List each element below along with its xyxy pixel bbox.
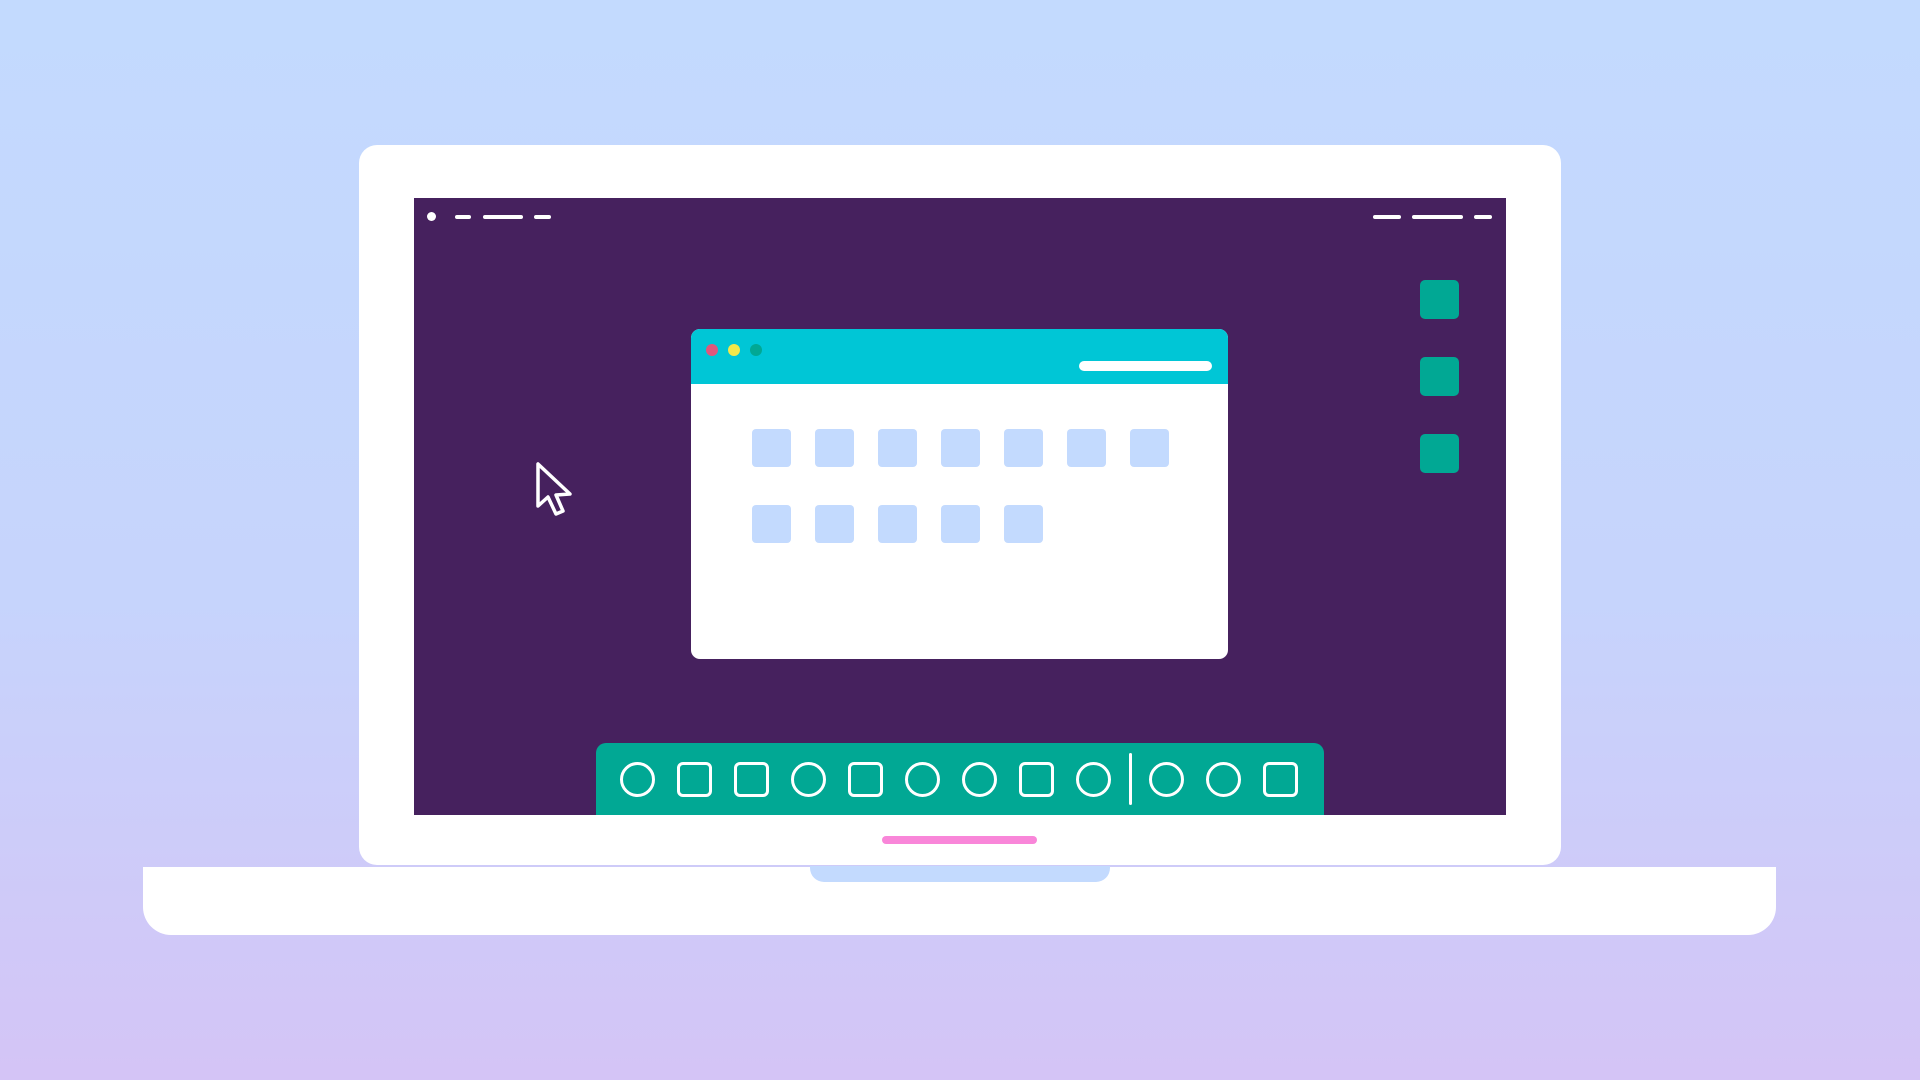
dock-circle-icon[interactable] [1076, 762, 1111, 797]
grid-tile[interactable] [941, 505, 980, 543]
dock-square-icon[interactable] [677, 762, 712, 797]
grid-tile[interactable] [1004, 505, 1043, 543]
menu-dash-icon[interactable] [455, 215, 471, 219]
dock-circle-icon[interactable] [1206, 762, 1241, 797]
status-dash-icon[interactable] [1474, 215, 1492, 219]
grid-tile[interactable] [752, 505, 791, 543]
menu-line-icon[interactable] [483, 215, 523, 219]
laptop-notch [810, 866, 1110, 882]
dock-circle-icon[interactable] [905, 762, 940, 797]
taskbar [596, 743, 1324, 815]
grid-tile[interactable] [815, 429, 854, 467]
dock-circle-icon[interactable] [620, 762, 655, 797]
address-bar[interactable] [1079, 361, 1212, 371]
grid-tile[interactable] [1004, 429, 1043, 467]
app-window[interactable] [691, 329, 1228, 659]
menu-dash-icon[interactable] [534, 215, 551, 219]
grid-tile[interactable] [1067, 429, 1106, 467]
maximize-button[interactable] [750, 344, 762, 356]
desktop-screen [414, 198, 1506, 815]
grid-tile[interactable] [1130, 429, 1169, 467]
dock-square-icon[interactable] [1019, 762, 1054, 797]
grid-tile[interactable] [752, 429, 791, 467]
status-dash-icon[interactable] [1373, 215, 1401, 219]
dock-circle-icon[interactable] [1149, 762, 1184, 797]
window-titlebar[interactable] [691, 329, 1228, 384]
desktop-app-icon[interactable] [1420, 280, 1459, 319]
arrow-cursor-icon [536, 462, 572, 516]
dock-square-icon[interactable] [1263, 762, 1298, 797]
desktop-app-icon[interactable] [1420, 357, 1459, 396]
grid-tile[interactable] [878, 429, 917, 467]
dock-circle-icon[interactable] [962, 762, 997, 797]
dock-square-icon[interactable] [848, 762, 883, 797]
dock-square-icon[interactable] [734, 762, 769, 797]
dock-separator [1129, 753, 1132, 805]
status-line-icon[interactable] [1412, 215, 1463, 219]
grid-tile[interactable] [878, 505, 917, 543]
desktop-app-icon[interactable] [1420, 434, 1459, 473]
dock-circle-icon[interactable] [791, 762, 826, 797]
close-button[interactable] [706, 344, 718, 356]
power-indicator [882, 836, 1037, 844]
grid-tile[interactable] [815, 505, 854, 543]
grid-tile[interactable] [941, 429, 980, 467]
status-dot-icon [427, 212, 436, 221]
minimize-button[interactable] [728, 344, 740, 356]
